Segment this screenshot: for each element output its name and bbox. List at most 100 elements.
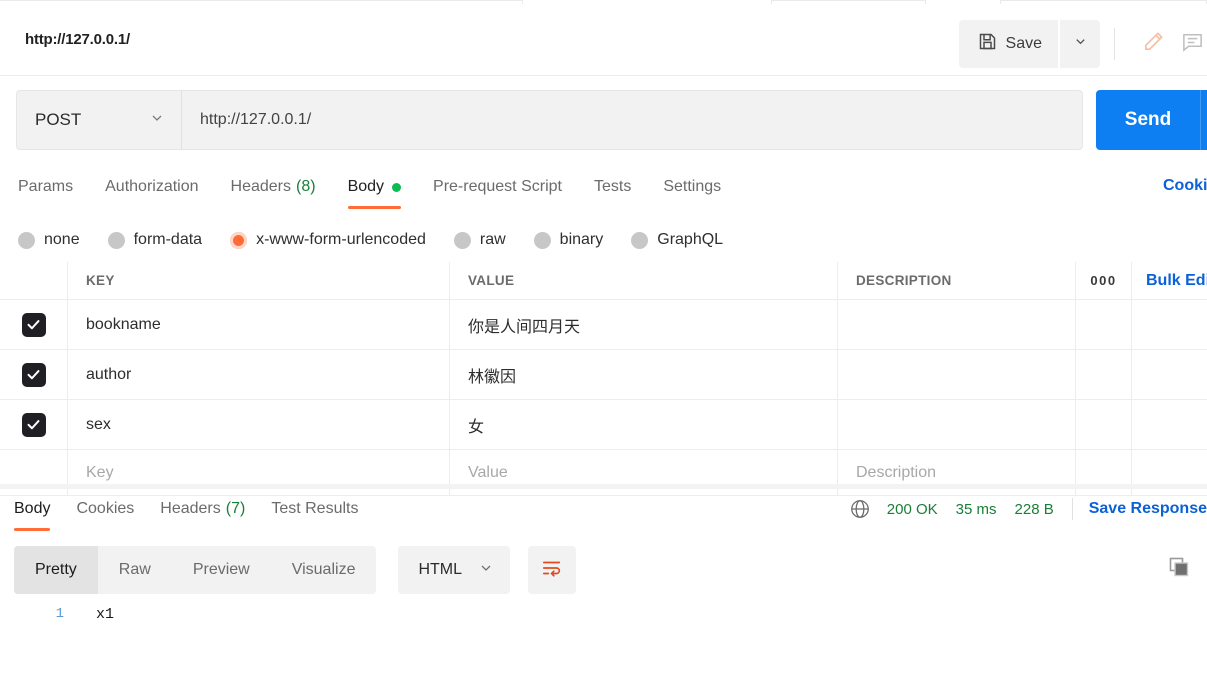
row-value-cell[interactable]: 林徽因 (450, 350, 838, 399)
tab-pre-request-script-label: Pre-request Script (433, 178, 562, 195)
url-bar: POST http://127.0.0.1/ (16, 90, 1083, 150)
table-options-button[interactable]: 000 (1076, 262, 1132, 299)
edit-request-button[interactable] (1129, 20, 1177, 68)
response-tab-body[interactable]: Body (14, 489, 51, 531)
row-key-cell[interactable]: sex (68, 400, 450, 449)
response-meta: 200 OK 35 ms 228 B Save Response (849, 498, 1207, 520)
http-method-select[interactable]: POST (16, 90, 182, 150)
tab-tests-label: Tests (593, 178, 632, 195)
row-description-cell[interactable] (838, 400, 1076, 449)
view-mode-pretty[interactable]: Pretty (14, 546, 98, 594)
save-button[interactable]: Save (958, 20, 1058, 68)
row-value-cell[interactable]: 女 (450, 400, 838, 449)
row-options-cell (1076, 400, 1132, 449)
send-options-button[interactable] (1201, 90, 1207, 150)
chevron-down-icon (1073, 34, 1088, 54)
checkbox-checked-icon[interactable] (21, 362, 46, 387)
body-type-graphql[interactable]: GraphQL (631, 231, 723, 249)
row-description-cell[interactable] (838, 350, 1076, 399)
tab-pre-request-script[interactable]: Pre-request Script (433, 166, 562, 208)
row-options-cell (1076, 350, 1132, 399)
row-value-value: 你是人间四月天 (468, 318, 581, 336)
body-has-content-dot-icon (392, 182, 402, 192)
response-size: 228 B (1014, 500, 1054, 518)
body-type-form-data[interactable]: form-data (107, 231, 203, 249)
tab-headers-count: (8) (296, 178, 316, 195)
tab-body[interactable]: Body (347, 166, 402, 209)
cookies-link[interactable]: Cookies (1163, 177, 1207, 195)
response-tab-headers[interactable]: Headers (7) (160, 489, 245, 529)
response-body-code[interactable]: 1 x1 (0, 606, 1207, 676)
checkbox-checked-icon[interactable] (21, 412, 46, 437)
save-options-button[interactable] (1060, 20, 1100, 68)
view-mode-raw[interactable]: Raw (98, 546, 172, 594)
postman-request-window: http://127.0.0.1/ Save POST http://127.0… (0, 0, 1207, 676)
line-number: 1 (55, 606, 64, 622)
globe-icon[interactable] (849, 498, 871, 520)
response-tab-cookies[interactable]: Cookies (76, 489, 134, 529)
body-type-binary[interactable]: binary (533, 231, 603, 249)
response-tab-body-label: Body (14, 500, 51, 517)
view-mode-pretty-label: Pretty (35, 561, 77, 578)
save-button-group: Save (958, 20, 1100, 68)
view-mode-preview[interactable]: Preview (172, 546, 271, 594)
tab-settings[interactable]: Settings (663, 166, 721, 208)
row-checkbox-cell (0, 300, 68, 349)
comments-button[interactable] (1177, 20, 1207, 68)
floppy-disk-icon (977, 31, 998, 57)
response-tab-cookies-label: Cookies (76, 500, 135, 517)
tab-headers-label: Headers (230, 178, 291, 195)
row-trailing-cell (1132, 400, 1207, 449)
tab-authorization[interactable]: Authorization (105, 166, 198, 208)
body-type-none-label: none (44, 231, 80, 248)
row-value-value: 女 (468, 418, 485, 436)
body-type-none[interactable]: none (18, 231, 80, 249)
header-key-label: KEY (86, 273, 115, 288)
row-value-cell[interactable]: 你是人间四月天 (450, 300, 838, 349)
header-divider (1114, 28, 1115, 60)
row-trailing-cell (1132, 350, 1207, 399)
radio-icon (107, 231, 125, 249)
row-key-value: bookname (86, 315, 161, 333)
row-options-cell (1076, 300, 1132, 349)
body-type-raw[interactable]: raw (453, 231, 506, 249)
radio-icon (453, 231, 471, 249)
tab-headers[interactable]: Headers (8) (231, 166, 316, 208)
body-type-x-www-form-urlencoded[interactable]: x-www-form-urlencoded (230, 231, 426, 249)
row-key-cell[interactable]: author (68, 350, 450, 399)
response-tab-test-results-label: Test Results (271, 500, 359, 517)
word-wrap-button[interactable] (528, 546, 577, 594)
row-key-value: sex (86, 415, 111, 433)
copy-icon (1167, 555, 1191, 584)
row-key-cell[interactable]: bookname (68, 300, 450, 349)
copy-response-button[interactable] (1161, 552, 1197, 586)
row-description-cell[interactable] (838, 300, 1076, 349)
row-trailing-cell (1132, 300, 1207, 349)
bulk-edit-link[interactable]: Bulk Edit (1146, 272, 1207, 290)
table-row: author 林徽因 (0, 350, 1207, 400)
http-method-value: POST (35, 110, 82, 129)
body-type-form-data-label: form-data (133, 231, 203, 248)
page-title: http://127.0.0.1/ (25, 31, 130, 48)
row-value-value: 林徽因 (468, 368, 517, 386)
header-cell-key: KEY (68, 262, 450, 299)
tab-settings-label: Settings (663, 178, 722, 195)
more-options-icon: 000 (1090, 273, 1117, 288)
view-mode-visualize[interactable]: Visualize (271, 546, 377, 594)
comment-icon (1181, 30, 1204, 58)
response-tab-test-results[interactable]: Test Results (271, 489, 358, 529)
save-response-link[interactable]: Save Response (1089, 500, 1207, 518)
save-button-label: Save (1005, 35, 1042, 52)
radio-icon (631, 231, 649, 249)
tab-tests[interactable]: Tests (594, 166, 631, 208)
radio-icon (533, 231, 551, 249)
placeholder-value-label: Value (468, 463, 508, 481)
placeholder-description-label: Description (856, 463, 937, 481)
status-badge: 200 OK (886, 500, 938, 518)
url-input[interactable]: http://127.0.0.1/ (182, 90, 1083, 150)
tab-params[interactable]: Params (18, 166, 73, 208)
response-format-select[interactable]: HTML (398, 546, 511, 594)
send-button[interactable]: Send (1096, 90, 1200, 150)
view-mode-raw-label: Raw (118, 561, 151, 578)
checkbox-checked-icon[interactable] (21, 312, 46, 337)
